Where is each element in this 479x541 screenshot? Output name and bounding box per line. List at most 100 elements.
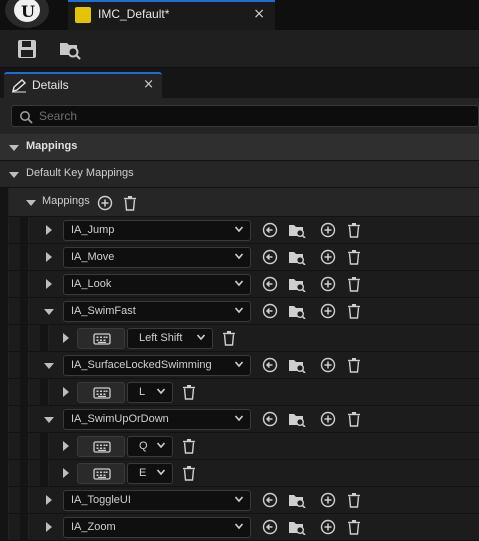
chevron-right-icon[interactable] xyxy=(46,522,52,532)
indent-guide xyxy=(20,271,29,297)
key-mapping-row[interactable]: E xyxy=(0,460,479,487)
keyboard-key-selector-button[interactable] xyxy=(77,463,125,484)
add-element-icon[interactable] xyxy=(320,303,336,319)
key-combo[interactable]: Q xyxy=(127,436,173,457)
keyboard-key-selector-button[interactable] xyxy=(77,328,125,349)
reset-to-default-icon[interactable] xyxy=(262,303,278,319)
trash-icon[interactable] xyxy=(221,330,237,346)
key-combo[interactable]: E xyxy=(127,463,173,484)
mappings-array-row[interactable]: Mappings xyxy=(0,188,479,217)
key-mapping-row[interactable]: L xyxy=(0,379,479,406)
keyboard-key-selector-button[interactable] xyxy=(77,436,125,457)
trash-icon[interactable] xyxy=(181,384,197,400)
trash-icon[interactable] xyxy=(181,438,197,454)
search-input[interactable]: Search xyxy=(11,105,479,127)
trash-icon[interactable] xyxy=(346,222,362,238)
reset-to-default-icon[interactable] xyxy=(262,492,278,508)
indent-guide xyxy=(40,325,49,351)
keyboard-key-selector-button[interactable] xyxy=(77,382,125,403)
chevron-down-icon[interactable] xyxy=(26,200,36,206)
add-element-icon[interactable] xyxy=(320,222,336,238)
unreal-logo-icon[interactable]: U xyxy=(5,0,49,28)
chevron-right-icon[interactable] xyxy=(46,279,52,289)
key-combo[interactable]: Left Shift xyxy=(127,328,213,349)
add-element-icon[interactable] xyxy=(97,195,113,211)
browse-to-asset-icon[interactable] xyxy=(288,519,306,535)
mapping-row[interactable]: IA_Zoom xyxy=(0,514,479,541)
add-element-icon[interactable] xyxy=(320,357,336,373)
trash-icon[interactable] xyxy=(122,195,138,211)
chevron-down-icon[interactable] xyxy=(44,309,54,315)
indent-guide xyxy=(0,325,9,351)
mapping-row[interactable]: IA_Move xyxy=(0,244,479,271)
browse-to-asset-icon[interactable] xyxy=(288,357,306,373)
browse-to-asset-icon[interactable] xyxy=(288,249,306,265)
action-combo[interactable]: IA_SwimUpOrDown xyxy=(63,409,251,430)
reset-to-default-icon[interactable] xyxy=(262,249,278,265)
category-mappings[interactable]: Mappings xyxy=(0,134,479,161)
title-bar: U IMC_Default* × xyxy=(0,0,479,30)
key-combo[interactable]: L xyxy=(127,382,173,403)
mapping-row[interactable]: IA_SwimUpOrDown xyxy=(0,406,479,433)
action-combo[interactable]: IA_Zoom xyxy=(63,517,251,538)
action-combo[interactable]: IA_SwimFast xyxy=(63,301,251,322)
mapping-row[interactable]: IA_ToggleUI xyxy=(0,487,479,514)
chevron-right-icon[interactable] xyxy=(63,333,69,343)
chevron-right-icon[interactable] xyxy=(63,468,69,478)
chevron-right-icon[interactable] xyxy=(46,225,52,235)
browse-to-asset-icon[interactable] xyxy=(58,38,81,60)
add-element-icon[interactable] xyxy=(320,249,336,265)
close-panel-icon[interactable]: × xyxy=(143,77,154,92)
close-tab-icon[interactable]: × xyxy=(253,6,265,22)
keyboard-icon xyxy=(93,385,111,401)
add-element-icon[interactable] xyxy=(320,492,336,508)
browse-to-asset-icon[interactable] xyxy=(288,303,306,319)
chevron-down-icon xyxy=(234,224,244,234)
save-icon[interactable] xyxy=(16,38,38,60)
action-combo[interactable]: IA_Jump xyxy=(63,220,251,241)
mapping-row[interactable]: IA_SurfaceLockedSwimming xyxy=(0,352,479,379)
trash-icon[interactable] xyxy=(346,357,362,373)
trash-icon[interactable] xyxy=(346,249,362,265)
trash-icon[interactable] xyxy=(346,276,362,292)
add-element-icon[interactable] xyxy=(320,519,336,535)
key-mapping-row[interactable]: Q xyxy=(0,433,479,460)
action-combo[interactable]: IA_ToggleUI xyxy=(63,490,251,511)
browse-to-asset-icon[interactable] xyxy=(288,492,306,508)
key-mapping-row[interactable]: Left Shift xyxy=(0,325,479,352)
trash-icon[interactable] xyxy=(346,519,362,535)
action-combo[interactable]: IA_SurfaceLockedSwimming xyxy=(63,355,251,376)
indent-guide xyxy=(20,406,29,432)
chevron-down-icon[interactable] xyxy=(9,145,19,151)
browse-to-asset-icon[interactable] xyxy=(288,222,306,238)
trash-icon[interactable] xyxy=(346,411,362,427)
action-combo[interactable]: IA_Move xyxy=(63,247,251,268)
document-tab[interactable]: IMC_Default* × xyxy=(68,0,275,30)
chevron-right-icon[interactable] xyxy=(63,387,69,397)
mapping-row[interactable]: IA_Look xyxy=(0,271,479,298)
chevron-right-icon[interactable] xyxy=(63,441,69,451)
browse-to-asset-icon[interactable] xyxy=(288,276,306,292)
add-element-icon[interactable] xyxy=(320,276,336,292)
reset-to-default-icon[interactable] xyxy=(262,411,278,427)
chevron-down-icon[interactable] xyxy=(44,363,54,369)
add-element-icon[interactable] xyxy=(320,411,336,427)
mapping-row[interactable]: IA_Jump xyxy=(0,217,479,244)
chevron-right-icon[interactable] xyxy=(46,495,52,505)
chevron-down-icon[interactable] xyxy=(44,417,54,423)
reset-to-default-icon[interactable] xyxy=(262,276,278,292)
trash-icon[interactable] xyxy=(181,465,197,481)
reset-to-default-icon[interactable] xyxy=(262,222,278,238)
browse-to-asset-icon[interactable] xyxy=(288,411,306,427)
action-combo[interactable]: IA_Look xyxy=(63,274,251,295)
reset-to-default-icon[interactable] xyxy=(262,519,278,535)
reset-to-default-icon[interactable] xyxy=(262,357,278,373)
trash-icon[interactable] xyxy=(346,492,362,508)
trash-icon[interactable] xyxy=(346,303,362,319)
tab-details[interactable]: Details × xyxy=(4,72,162,98)
default-key-mappings-row[interactable]: Default Key Mappings xyxy=(0,161,479,188)
mapping-row[interactable]: IA_SwimFast xyxy=(0,298,479,325)
chevron-right-icon[interactable] xyxy=(46,252,52,262)
indent-guide xyxy=(20,325,29,351)
chevron-down-icon[interactable] xyxy=(9,172,19,178)
